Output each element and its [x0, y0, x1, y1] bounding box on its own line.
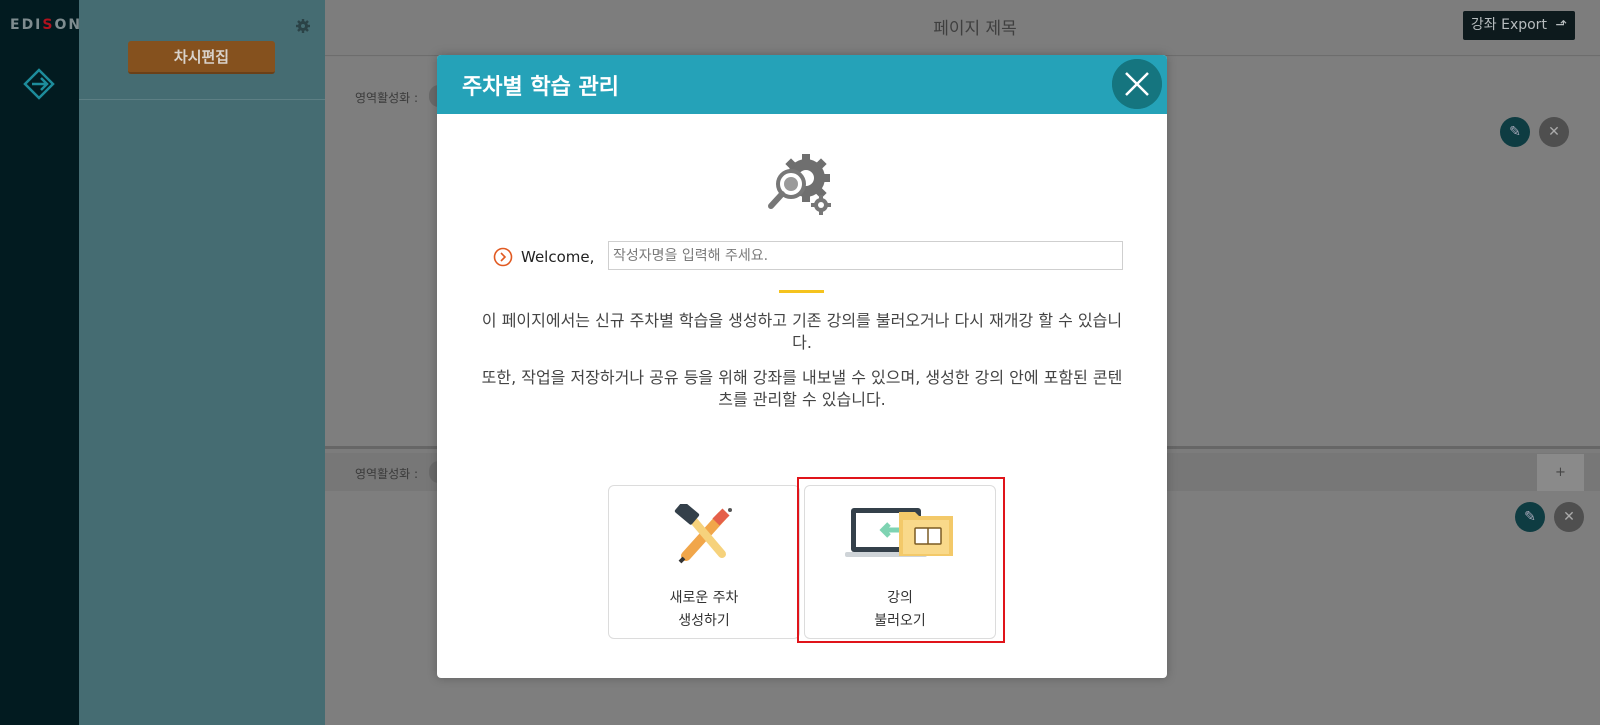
area-activation-label: 영역활성화 : [355, 467, 419, 481]
nav-toggle-arrow-icon[interactable] [22, 67, 56, 101]
export-icon: ⬏ [1555, 17, 1568, 33]
edit-button[interactable]: ✎ [1515, 502, 1545, 532]
description-paragraph-2: 또한, 작업을 저장하거나 공유 등을 위해 강좌를 내보낼 수 있으며, 생성… [481, 368, 1123, 409]
edison-logo[interactable]: EDISON [10, 17, 82, 33]
settings-gear-icon[interactable] [295, 18, 311, 34]
gears-settings-icon [768, 154, 831, 215]
create-new-week-card[interactable]: 새로운 주차 생성하기 [608, 485, 800, 639]
close-icon[interactable] [1112, 59, 1162, 109]
card-label-line-2: 생성하기 [678, 613, 730, 629]
logo-text-right: ON [54, 17, 83, 33]
card-label-line-1: 새로운 주차 [669, 590, 739, 606]
page-title: 페이지 제목 [933, 19, 1017, 39]
area-activation-label: 영역활성화 : [355, 91, 419, 105]
modal-title: 주차별 학습 관리 [462, 75, 619, 100]
create-new-week-label: 새로운 주차 생성하기 [609, 587, 799, 633]
chasi-edit-button[interactable]: 차시편집 [128, 41, 275, 74]
logo-text-left: EDI [10, 17, 43, 33]
highlight-frame [797, 477, 1005, 643]
accent-divider [779, 290, 824, 293]
course-export-button[interactable]: 강좌 Export ⬏ [1463, 11, 1575, 40]
modal-header: 주차별 학습 관리 [437, 55, 1167, 114]
export-label: 강좌 Export [1470, 17, 1547, 33]
left-nav: EDISON [0, 0, 82, 725]
top-bar: 페이지 제목 강좌 Export ⬏ [325, 0, 1600, 56]
author-name-input[interactable] [608, 241, 1123, 270]
chevron-circle-right-icon [493, 247, 513, 267]
logo-text-s: S [42, 17, 55, 33]
sidebar-header: 차시편집 [79, 0, 325, 100]
add-tab-button[interactable]: + [1537, 454, 1584, 491]
description-paragraph-1: 이 페이지에서는 신규 주차별 학습을 생성하고 기존 강의를 불러오거나 다시… [481, 311, 1123, 352]
delete-button[interactable]: ✕ [1539, 117, 1569, 147]
delete-button[interactable]: ✕ [1554, 502, 1584, 532]
welcome-label: Welcome, [521, 248, 595, 266]
hammer-pencil-icon [674, 504, 732, 564]
edit-button[interactable]: ✎ [1500, 117, 1530, 147]
course-sidebar: 차시편집 [79, 0, 325, 725]
